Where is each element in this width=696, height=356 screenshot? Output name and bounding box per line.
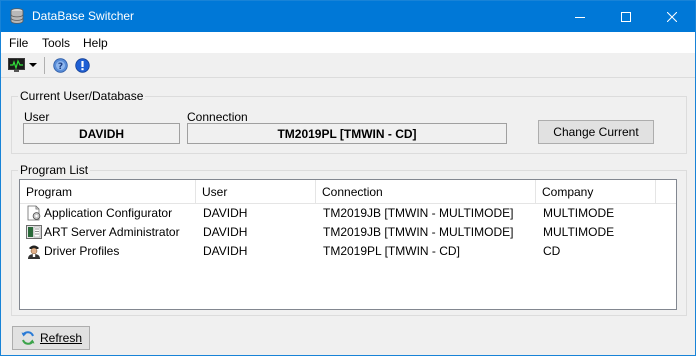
svg-text:?: ? (58, 62, 63, 72)
title-bar[interactable]: DataBase Switcher (1, 1, 695, 32)
cell-connection: TM2019JB [TMWIN - MULTIMODE] (323, 206, 514, 220)
column-header-user[interactable]: User (196, 180, 316, 204)
help-icon[interactable]: ? (53, 58, 68, 73)
cell-company: MULTIMODE (543, 225, 615, 239)
user-label: User (24, 110, 50, 124)
monitor-icon[interactable] (8, 58, 25, 72)
menu-help[interactable]: Help (83, 36, 108, 50)
change-current-button[interactable]: Change Current (538, 120, 654, 144)
cell-program: ART Server Administrator (44, 225, 180, 239)
close-button[interactable] (649, 1, 695, 32)
driver-icon (28, 245, 40, 259)
connection-value: TM2019PL [TMWIN - CD] (187, 123, 507, 144)
configurator-icon (27, 205, 41, 221)
refresh-button[interactable]: Refresh (12, 326, 90, 350)
user-value: DAVIDH (23, 123, 180, 144)
info-icon[interactable] (75, 58, 90, 73)
menu-file[interactable]: File (9, 36, 28, 50)
cell-connection: TM2019JB [TMWIN - MULTIMODE] (323, 225, 514, 239)
program-list-view[interactable]: Program User Connection Company Applicat… (19, 179, 677, 310)
table-row[interactable]: Application Configurator DAVIDH TM2019JB… (20, 204, 676, 223)
connection-label: Connection (187, 110, 248, 124)
toolbar-separator (44, 57, 45, 74)
minimize-button[interactable] (557, 1, 603, 32)
maximize-icon (621, 11, 631, 22)
cell-user: DAVIDH (203, 206, 248, 220)
close-icon (667, 11, 677, 22)
minimize-icon (575, 16, 585, 18)
window-title: DataBase Switcher (32, 9, 135, 23)
menu-bar: File Tools Help (1, 32, 695, 53)
menu-tools[interactable]: Tools (42, 36, 70, 50)
cell-program: Driver Profiles (44, 244, 120, 258)
cell-program: Application Configurator (44, 206, 173, 220)
server-admin-icon (26, 225, 42, 239)
table-row[interactable]: ART Server Administrator DAVIDH TM2019JB… (20, 223, 676, 242)
toolbar: ? (1, 53, 695, 78)
table-row[interactable]: Driver Profiles DAVIDH TM2019PL [TMWIN -… (20, 242, 676, 261)
column-header-program[interactable]: Program (20, 180, 196, 204)
maximize-button[interactable] (603, 1, 649, 32)
dropdown-arrow-icon[interactable] (29, 63, 37, 67)
cell-company: MULTIMODE (543, 206, 615, 220)
cell-company: CD (543, 244, 561, 258)
cell-user: DAVIDH (203, 244, 248, 258)
refresh-icon (21, 331, 35, 345)
group-title: Current User/Database (18, 89, 146, 103)
group-title: Program List (18, 163, 91, 177)
cell-connection: TM2019PL [TMWIN - CD] (323, 244, 460, 258)
app-window: DataBase Switcher File Tools Help ? Curr… (0, 0, 696, 356)
column-header-connection[interactable]: Connection (316, 180, 536, 204)
refresh-label: Refresh (39, 331, 83, 345)
database-icon (10, 8, 24, 24)
cell-user: DAVIDH (203, 225, 248, 239)
column-header-company[interactable]: Company (536, 180, 656, 204)
list-header: Program User Connection Company (20, 180, 676, 204)
